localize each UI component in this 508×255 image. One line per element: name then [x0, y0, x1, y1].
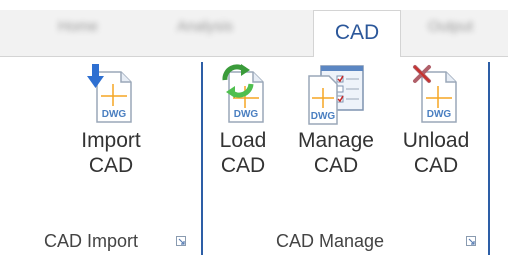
load-cad-label-line2: CAD: [220, 154, 266, 177]
unload-cad-button[interactable]: DWG Unload CAD: [394, 62, 478, 178]
tab-cad[interactable]: CAD: [313, 10, 401, 57]
unload-dwg-icon: DWG: [413, 65, 457, 123]
svg-text:DWG: DWG: [427, 109, 452, 120]
dialog-launcher-icon[interactable]: [466, 236, 476, 246]
load-cad-label-line1: Load: [219, 129, 267, 152]
tab-analysis[interactable]: Analysis: [177, 18, 233, 35]
unload-cad-label-line2: CAD: [413, 154, 459, 177]
group-label-cad-import: CAD Import: [44, 231, 139, 251]
import-cad-button[interactable]: DWG Import CAD: [66, 62, 156, 178]
manage-dwg-icon: DWG: [308, 65, 364, 125]
group-label-cad-manage: CAD Manage: [276, 231, 385, 251]
group-divider: [488, 62, 490, 255]
tab-home[interactable]: Home: [58, 18, 98, 35]
svg-text:DWG: DWG: [234, 109, 259, 120]
svg-text:DWG: DWG: [311, 111, 336, 122]
manage-cad-label-line2: CAD: [313, 154, 359, 177]
manage-cad-button[interactable]: DWG Manage CAD: [290, 62, 382, 178]
load-dwg-icon: DWG: [222, 64, 264, 123]
dialog-launcher-icon[interactable]: [176, 236, 186, 246]
manage-cad-label-line1: Manage: [298, 129, 374, 152]
import-cad-label-line2: CAD: [88, 154, 134, 177]
group-divider: [201, 62, 203, 255]
import-dwg-icon: DWG: [87, 64, 132, 123]
unload-cad-label-line1: Unload: [402, 129, 470, 152]
import-cad-label-line1: Import: [81, 129, 141, 152]
tab-output[interactable]: Output: [428, 18, 473, 35]
load-cad-button[interactable]: DWG Load CAD: [212, 62, 274, 178]
svg-text:DWG: DWG: [102, 109, 127, 120]
